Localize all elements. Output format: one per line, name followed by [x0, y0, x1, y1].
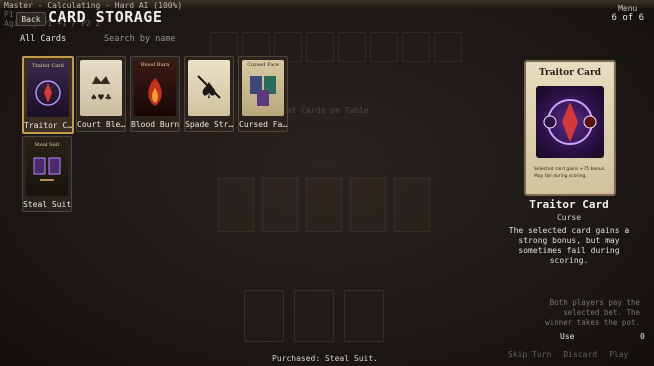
svg-text:♠♥♣: ♠♥♣ [90, 93, 112, 102]
card-tile-traitor[interactable]: Traitor Card Traitor C… [22, 56, 74, 134]
detail-art-picture [536, 86, 604, 158]
card-name: Court Ble… [77, 120, 125, 129]
card-name: Steal Suit [23, 200, 71, 209]
spade-icon: ♠ [197, 75, 221, 104]
detail-card-type: Curse [556, 213, 582, 222]
search-input[interactable]: Search by name [104, 34, 176, 44]
curse-sigil-icon [543, 99, 597, 145]
page-indicator: 6 of 6 [611, 13, 644, 23]
bet-info-text: Both players pay the selected bet. The w… [545, 298, 640, 327]
table-card [338, 32, 366, 62]
face-card [262, 178, 298, 232]
detail-card-description: The selected card gains a strong bonus, … [508, 226, 630, 265]
card-name: Cursed Fa… [239, 120, 287, 129]
card-art: ♠♥♣ [80, 60, 122, 116]
face-card [394, 178, 430, 232]
discard-button[interactable]: Discard [563, 350, 597, 359]
detail-card-name: Traitor Card [529, 198, 609, 211]
hand-card [244, 290, 284, 342]
category-filter[interactable]: All Cards [20, 34, 66, 44]
table-card [306, 32, 334, 62]
skip-turn-button[interactable]: Skip Turn [508, 350, 551, 359]
card-art-title: Traitor Card [32, 63, 64, 69]
detail-art-description: Selected card gains +75 bonus. May fail … [534, 166, 606, 180]
table-card [402, 32, 430, 62]
play-button[interactable]: Play [609, 350, 628, 359]
card-tile-steal-suit[interactable]: Steal Suit Steal Suit [22, 136, 72, 212]
card-name: Traitor C… [24, 121, 72, 130]
use-value: 0 [640, 332, 645, 341]
page-title: CARD STORAGE [48, 8, 163, 26]
card-tile-court[interactable]: ♠♥♣ Court Ble… [76, 56, 126, 132]
detail-art-title: Traitor Card [538, 68, 602, 78]
card-art: ♠ [188, 60, 230, 116]
table-card [370, 32, 398, 62]
card-name: Spade Str… [185, 120, 233, 129]
card-art-title: Blood Burn [140, 62, 170, 68]
card-art-title: Cursed Face [247, 62, 279, 68]
card-art: Blood Burn [134, 60, 176, 116]
use-label[interactable]: Use [560, 332, 574, 341]
hand-card [294, 290, 334, 342]
card-fan-icon [250, 76, 276, 106]
flame-icon [148, 78, 162, 106]
menu-label: Menu [618, 4, 638, 13]
face-card-row [218, 178, 430, 232]
curse-sigil-icon [35, 80, 61, 106]
swap-icon [33, 157, 61, 181]
card-art-title: Steal Suit [34, 142, 60, 148]
face-card [218, 178, 254, 232]
card-tile-spade-strike[interactable]: ♠ Spade Str… [184, 56, 234, 132]
detail-art-desc-1: Selected card gains +75 bonus. [534, 167, 606, 172]
face-card [306, 178, 342, 232]
detail-art-desc-2: May fail during scoring. [534, 174, 587, 179]
action-buttons: Skip Turn Discard Play [508, 350, 628, 359]
table-card [434, 32, 462, 62]
svg-text:♠: ♠ [199, 79, 219, 104]
face-card [350, 178, 386, 232]
menu-button[interactable]: Menu 6 of 6 [611, 4, 644, 23]
card-tile-cursed-face[interactable]: Cursed Face Cursed Fa… [238, 56, 288, 132]
crown-icon: ♠♥♣ [90, 76, 112, 102]
hand-card-row [244, 290, 384, 342]
purchase-message: Purchased: Steal Suit. [272, 354, 378, 363]
card-art: Traitor Card [27, 61, 69, 117]
card-name: Blood Burn [131, 120, 179, 129]
hand-card [344, 290, 384, 342]
card-tile-blood-burn[interactable]: Blood Burn Blood Burn [130, 56, 180, 132]
card-art: Cursed Face [242, 60, 284, 116]
card-art: Steal Suit [26, 140, 68, 196]
back-button[interactable]: Back [16, 12, 46, 26]
detail-card-art: Traitor Card Selected card gains +75 bon… [524, 60, 616, 196]
